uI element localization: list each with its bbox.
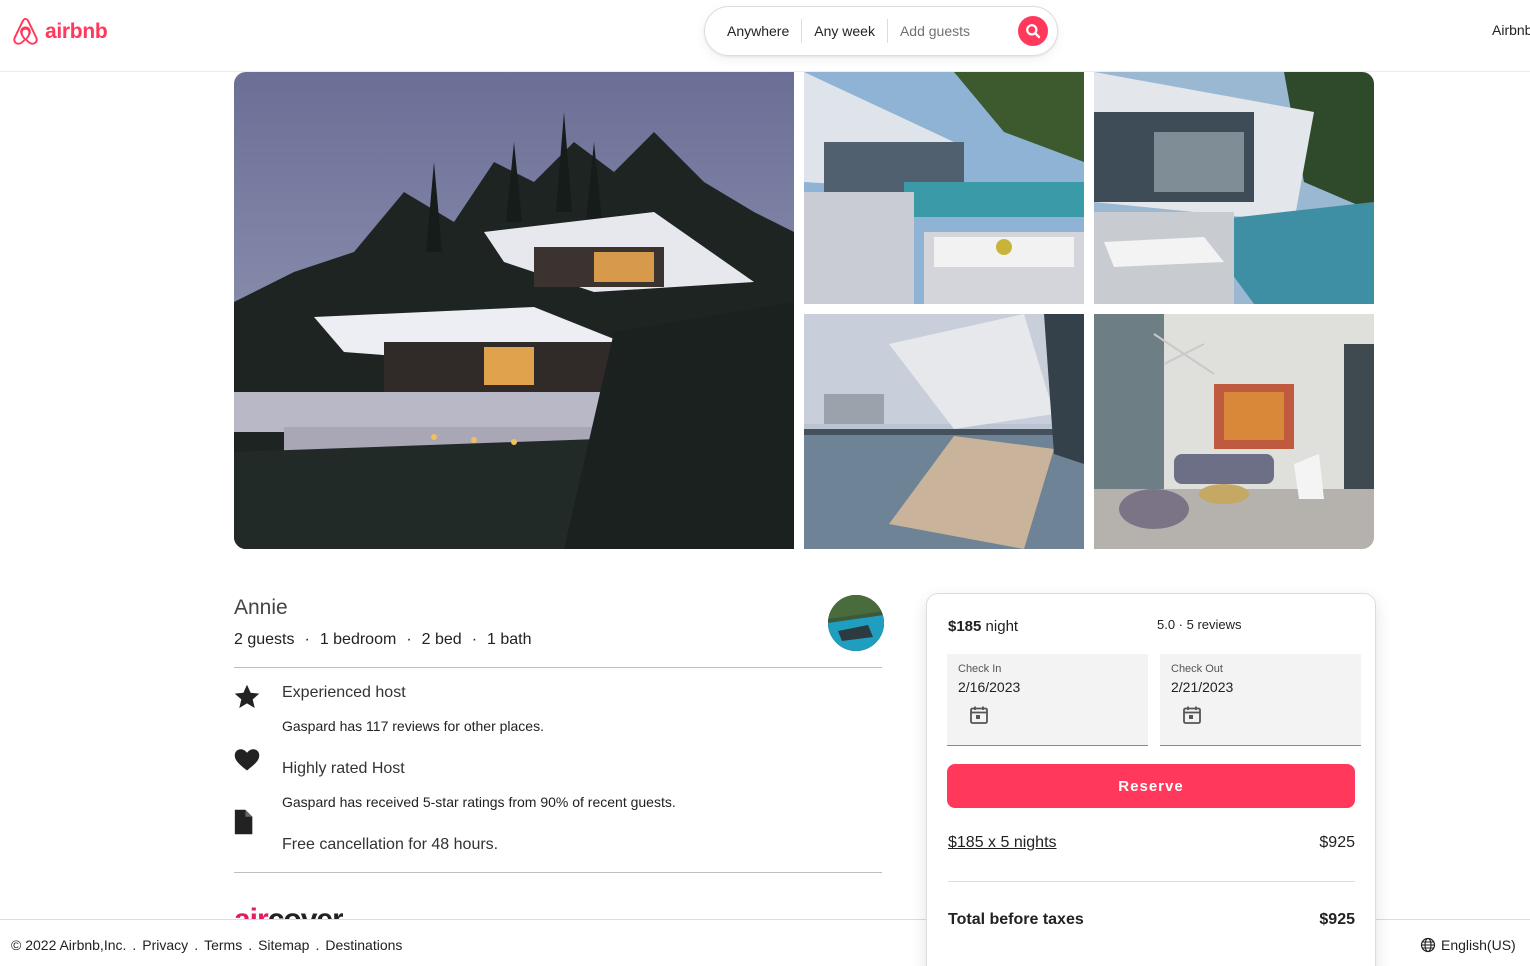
- language-selector[interactable]: English(US): [1420, 937, 1516, 953]
- price-amount: $185: [948, 618, 982, 635]
- total-label: Total before taxes: [948, 911, 1084, 928]
- photo-living-room[interactable]: [1094, 314, 1374, 549]
- footer-link-privacy[interactable]: Privacy: [142, 937, 188, 953]
- check-out-field[interactable]: Check Out 2/21/2023: [1160, 654, 1361, 746]
- photo-terrace-pool[interactable]: [804, 72, 1084, 304]
- logo-text: airbnb: [45, 19, 108, 43]
- footer-link-sitemap[interactable]: Sitemap: [258, 937, 309, 953]
- footer-link-terms[interactable]: Terms: [204, 937, 242, 953]
- photo-infinity-pool[interactable]: [804, 314, 1084, 549]
- check-out-value: 2/21/2023: [1171, 679, 1234, 695]
- airbnb-logo[interactable]: airbnb: [10, 15, 108, 48]
- aircover-logo: aircover: [234, 905, 343, 919]
- divider: [234, 872, 882, 873]
- check-in-value: 2/16/2023: [958, 679, 1021, 695]
- bed-count: 2 bed: [421, 631, 462, 648]
- host-avatar[interactable]: [828, 595, 884, 651]
- host-link[interactable]: Airbnb: [1492, 22, 1530, 38]
- separator-dot: ·: [304, 631, 310, 648]
- search-bar[interactable]: Anywhere Any week Add guests: [704, 6, 1058, 56]
- search-dates[interactable]: Any week: [802, 19, 887, 43]
- listing-details: 2 guests · 1 bedroom · 2 bed · 1 bath: [234, 631, 532, 649]
- feature-title: Experienced host: [282, 684, 406, 701]
- feature-description: Gaspard has 117 reviews for other places…: [282, 718, 544, 734]
- search-button[interactable]: [1018, 16, 1048, 46]
- calendar-icon[interactable]: [969, 705, 989, 725]
- price-calculation-value: $925: [1319, 834, 1355, 851]
- check-in-label: Check In: [958, 663, 1002, 675]
- top-header: airbnb Anywhere Any week Add guests Airb…: [0, 0, 1530, 72]
- total-value: $925: [1319, 911, 1355, 928]
- calendar-icon[interactable]: [1182, 705, 1202, 725]
- feature-description: Gaspard has received 5-star ratings from…: [282, 794, 676, 810]
- card-divider: [948, 881, 1355, 882]
- airbnb-logo-icon: [13, 17, 38, 45]
- photo-gallery: [234, 72, 1374, 549]
- aircover-air: air: [234, 905, 269, 919]
- bedroom-count: 1 bedroom: [319, 631, 397, 648]
- language-label: English(US): [1441, 937, 1516, 953]
- check-in-field[interactable]: Check In 2/16/2023: [947, 654, 1148, 746]
- check-out-label: Check Out: [1171, 663, 1223, 675]
- separator-dot: ·: [406, 631, 412, 648]
- booking-card: $185 night 5.0 · 5 reviews Check In 2/16…: [926, 593, 1376, 966]
- photo-villa-exterior[interactable]: [234, 72, 794, 549]
- search-guests[interactable]: Add guests: [888, 19, 982, 43]
- separator-dot: ·: [471, 631, 478, 648]
- footer-link-destinations[interactable]: Destinations: [325, 937, 402, 953]
- photo-pool-lounge[interactable]: [1094, 72, 1374, 304]
- copyright: © 2022 Airbnb,Inc.: [11, 937, 127, 953]
- footer-links: © 2022 Airbnb,Inc. . Privacy . Terms . S…: [11, 937, 402, 953]
- separator-dot: .: [194, 937, 199, 953]
- separator-dot: .: [315, 937, 320, 953]
- guests-count: 2 guests: [234, 631, 295, 648]
- price-unit: night: [985, 618, 1019, 635]
- host-name: Annie: [234, 596, 288, 619]
- feature-title: Highly rated Host: [282, 760, 405, 777]
- document-icon: [234, 809, 253, 835]
- aircover-cover: cover: [268, 905, 343, 919]
- feature-title: Free cancellation for 48 hours.: [282, 836, 499, 853]
- bath-count: 1 bath: [487, 631, 532, 648]
- reserve-button[interactable]: Reserve: [947, 764, 1355, 808]
- star-icon: [234, 684, 260, 708]
- search-icon: [1026, 24, 1041, 39]
- divider: [234, 667, 882, 668]
- rating-summary[interactable]: 5.0 · 5 reviews: [1157, 617, 1242, 632]
- search-location[interactable]: Anywhere: [715, 19, 801, 43]
- separator-dot: .: [248, 937, 253, 953]
- heart-icon: [234, 749, 260, 771]
- price-calculation-link[interactable]: $185 x 5 nights: [948, 834, 1057, 852]
- globe-icon: [1420, 937, 1436, 953]
- separator-dot: .: [132, 937, 137, 953]
- nightly-price: $185 night: [948, 618, 1018, 635]
